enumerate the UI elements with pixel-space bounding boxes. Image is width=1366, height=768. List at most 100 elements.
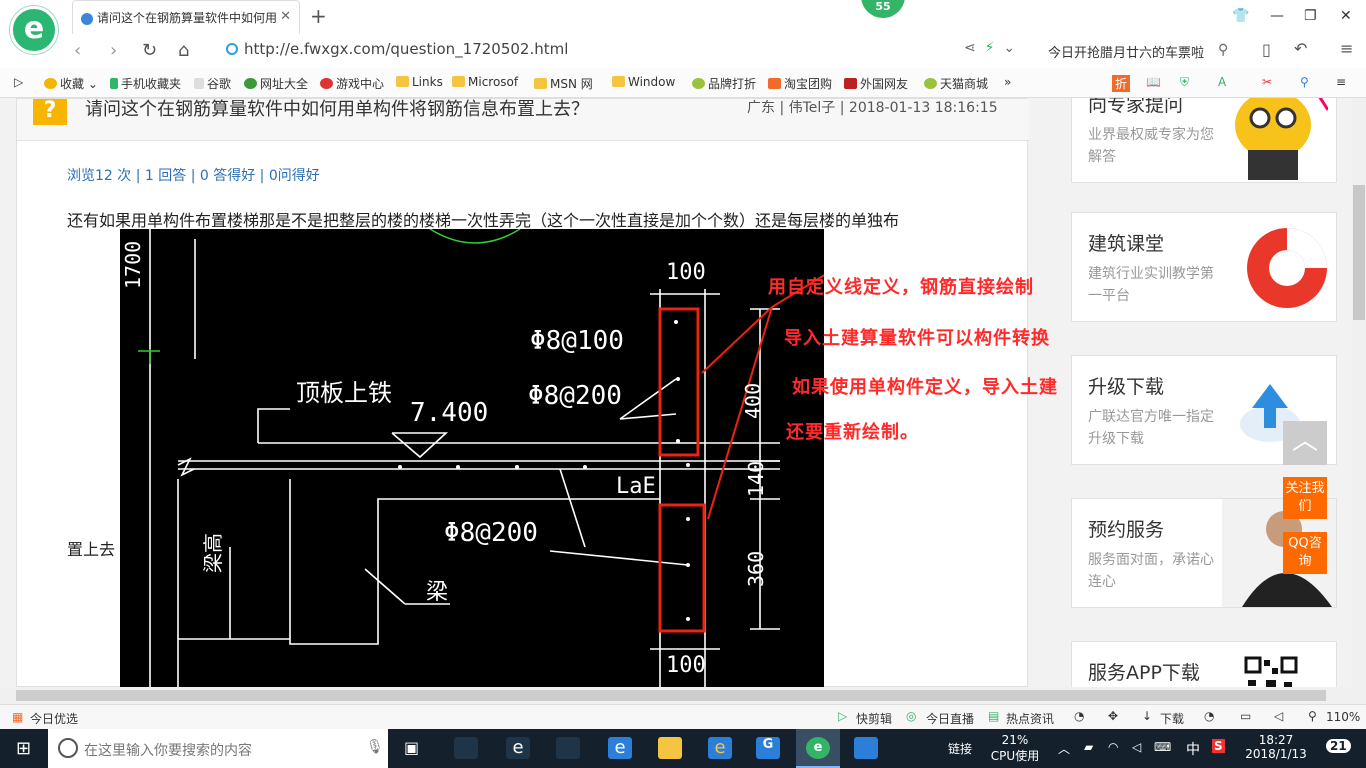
window-icon[interactable]: ▭ [1240,709,1251,723]
home-icon[interactable]: ⌂ [178,40,189,61]
app-swirl-icon[interactable] [556,737,580,759]
keyboard-icon[interactable]: ⌨ [1154,740,1171,754]
clock[interactable]: 18:27 2018/1/13 [1244,733,1308,761]
bookmark-favorites[interactable]: 收藏 ⌄ [44,75,98,92]
tray-expand-icon[interactable]: ︿ [1058,740,1070,757]
tab-close-icon[interactable]: ✕ [280,9,291,24]
status-item-clip[interactable]: 快剪辑 [856,710,892,727]
mute-icon[interactable]: ◁ [1274,709,1283,723]
bookmark-label: MSN 网 [550,77,593,91]
bookmark-google[interactable]: 谷歌 [194,75,231,92]
bookmark-windows[interactable]: Window [612,75,675,89]
forward-icon[interactable]: › [110,40,117,61]
beam-label: 梁 [426,580,448,605]
browser-tab[interactable]: 请问这个在钢筋算量软件中如何用 ✕ [72,0,300,34]
search-box[interactable]: 今日开抢腊月廿六的车票啦 [1048,42,1228,61]
app-g-icon[interactable]: G [756,737,780,759]
minimize-icon[interactable]: — [1270,8,1284,24]
annotation-line-4: 还要重新绘制。 [786,422,919,443]
bookmark-games[interactable]: 游戏中心 [320,75,384,92]
refresh-icon[interactable]: ↻ [142,40,157,61]
back-to-top-button[interactable]: ︿ [1283,421,1327,465]
tray-device-icon[interactable]: ▰ [1084,740,1093,754]
bookmark-directory[interactable]: 网址大全 [244,75,308,92]
app-explorer-icon[interactable] [658,737,682,759]
speed-dial-icon[interactable]: ◔ [1074,709,1084,723]
taskbar-search[interactable]: 在这里输入你要搜索的内容 🎙 [48,729,388,768]
qq-consult-button[interactable]: QQ咨询 [1283,532,1327,574]
cpu-meter[interactable]: 21% CPU使用 [990,733,1040,764]
shield-ext-icon[interactable]: ⛨ [1180,75,1189,90]
card-ask-expert[interactable]: 向专家提问 业界最权威专家为您解答 [1071,98,1337,183]
notification-count[interactable]: 21 [1326,739,1351,753]
mic-icon[interactable]: 🎙 [366,739,384,755]
bookmark-label: 手机收藏夹 [121,77,182,91]
back-icon[interactable]: ‹ [74,40,81,61]
bookmark-taobao[interactable]: 淘宝团购 [768,75,832,92]
shirt-icon[interactable]: 👕 [1232,8,1249,24]
close-window-icon[interactable]: ✕ [1340,8,1352,24]
more-ext-icon[interactable]: ≡ [1336,75,1346,89]
app-pinwheel-icon[interactable] [454,737,478,759]
pin-icon[interactable]: ✥ [1108,709,1118,723]
web-page: ? 请问这个在钢筋算量软件中如何用单构件将钢筋信息布置上去？ 广东 | 伟Tel… [0,98,1352,687]
horizontal-scroll-thumb[interactable] [16,690,1326,701]
bookmark-tmall[interactable]: 天猫商城 [924,75,988,92]
menu-icon[interactable]: ≡ [1340,39,1353,58]
zoom-icon[interactable]: ⚲ [1308,709,1317,723]
bookmark-microsoft[interactable]: Microsof [452,75,518,89]
bookmark-foreign[interactable]: 外国网友 [844,75,908,92]
new-tab-icon[interactable]: + [310,4,327,28]
card-building-class[interactable]: 建筑课堂 建筑行业实训教学第一平台 [1071,212,1337,322]
bookmark-brand-sale[interactable]: 品牌打折 [692,75,756,92]
share-icon[interactable]: ⋖ [964,40,976,56]
app-photo-icon[interactable] [854,737,878,759]
app-edge-icon[interactable]: e [608,737,632,759]
status-item-news[interactable]: 热点资讯 [1006,710,1054,727]
today-pick-label[interactable]: 今日优选 [30,710,78,727]
discount-ext-icon[interactable]: 折 [1112,75,1131,92]
speed-icon[interactable]: ⚡ [985,40,995,56]
status-item-live[interactable]: 今日直播 [926,710,974,727]
download-icon[interactable]: ↓ [1142,709,1152,723]
link-label[interactable]: 链接 [948,740,972,757]
beam-height-label: 梁高 [201,533,225,573]
url-field[interactable]: http://e.fwxgx.com/question_1720502.html [226,40,986,62]
dim-label: 1700 [121,241,145,289]
task-view-icon[interactable]: ▣ [404,738,419,757]
bookmark-msn[interactable]: MSN 网 [534,75,593,92]
bookmark-links[interactable]: Links [396,75,443,89]
bookmark-mobile[interactable]: 手机收藏夹 [110,75,181,92]
wifi-icon[interactable]: ◠ [1108,740,1118,754]
vertical-scroll-thumb[interactable] [1353,185,1365,320]
bookmark-label: 天猫商城 [940,77,989,91]
start-icon[interactable]: ⊞ [16,738,31,759]
sogou-icon[interactable]: S [1212,739,1225,753]
translate-ext-icon[interactable]: A [1218,75,1226,89]
zoom-level[interactable]: 110% [1326,710,1360,724]
status-item-download[interactable]: 下载 [1160,710,1184,727]
bookmark-label: Window [628,75,676,89]
browser-logo-icon[interactable]: e [10,6,58,54]
undo-icon[interactable]: ↶ [1294,39,1307,58]
restore-icon[interactable]: ❐ [1304,8,1317,24]
question-stats[interactable]: 浏览12 次 | 1 回答 | 0 答得好 | 0问得好 [67,165,320,185]
card-app-download[interactable]: 服务APP下载 [1071,641,1337,687]
book-ext-icon[interactable]: 📖 [1146,75,1161,89]
clip-icon: ▷ [838,709,848,723]
app-ie-icon[interactable]: e [506,737,530,759]
bookmark-more[interactable]: » [1004,75,1011,89]
ime-indicator[interactable]: 中 [1186,739,1200,759]
search-ext-icon[interactable]: ⚲ [1300,75,1309,89]
tab-title: 请问这个在钢筋算量软件中如何用 [97,11,278,25]
scissors-ext-icon[interactable]: ✂ [1262,75,1272,89]
app-ie-old-icon[interactable]: e [708,737,732,759]
phone-icon[interactable]: ▯ [1262,40,1271,59]
sidebar-toggle-icon[interactable]: ▷ [14,75,23,89]
follow-us-button[interactable]: 关注我们 [1283,477,1327,519]
app-active-browser[interactable]: e [796,729,840,768]
volume-icon[interactable]: ◁ [1132,740,1141,754]
search-icon[interactable]: ⚲ [1218,42,1228,58]
dropdown-icon[interactable]: ⌄ [1003,40,1015,56]
ie-mode-icon[interactable]: ◔ [1204,709,1214,723]
